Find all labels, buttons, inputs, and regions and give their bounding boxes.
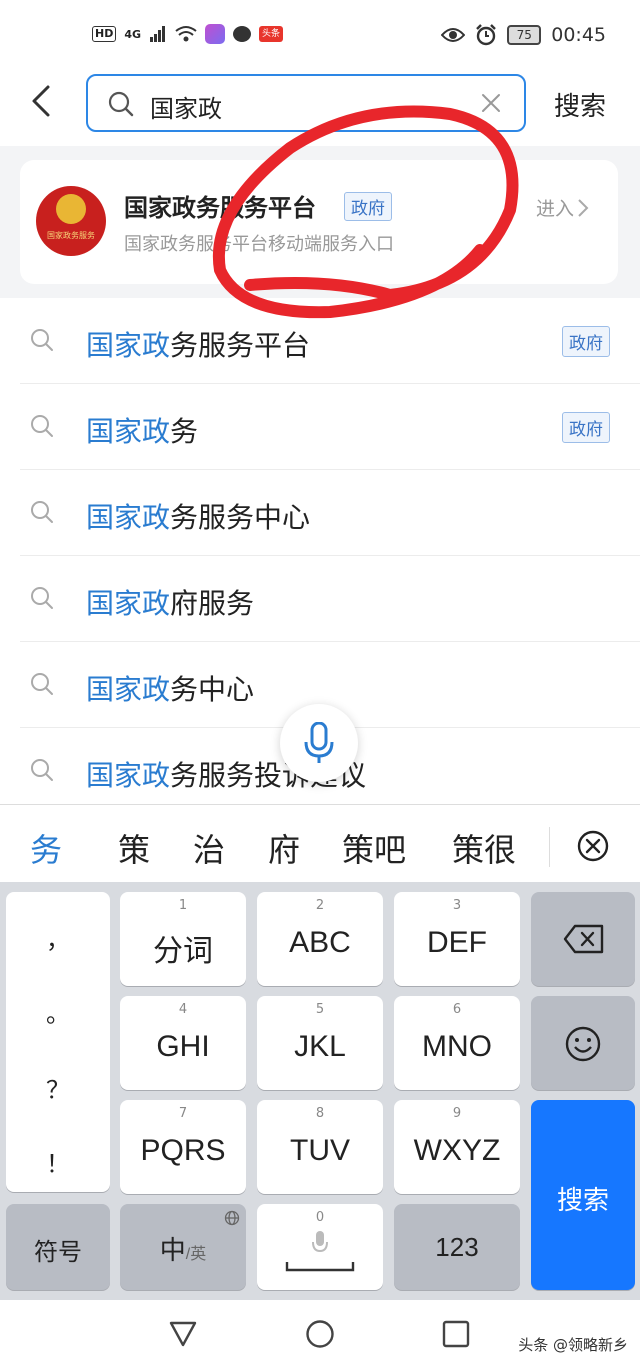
key-8[interactable]: 8 TUV	[257, 1100, 383, 1194]
suggestion-item[interactable]: 国家政务服务平台 政府	[0, 298, 640, 384]
voice-input-button[interactable]	[280, 704, 358, 782]
exclamation-key[interactable]: ！	[6, 1144, 110, 1179]
suggestion-item[interactable]: 国家政务服务中心	[0, 470, 640, 556]
search-button[interactable]: 搜索	[554, 86, 606, 123]
candidate-word[interactable]: 策吧	[342, 825, 406, 871]
home-circle-icon[interactable]	[305, 1319, 335, 1349]
key-1[interactable]: 1 分词	[120, 892, 246, 986]
nine-key-keyboard: ， 。 ？ ！ 1 分词 2 ABC 3 DEF 4 GHI 5 JKL 6 MNO 7 PQ…	[0, 882, 640, 1300]
suggestion-label: 国家政务服务中心	[86, 501, 311, 534]
backspace-key[interactable]	[531, 892, 635, 986]
suggestion-label: 国家政务服务平台	[86, 329, 311, 362]
toutiao-icon: 头条	[259, 26, 284, 42]
candidate-bar: 务 策 治 府 策吧 策很	[0, 804, 640, 882]
globe-icon	[224, 1210, 240, 1226]
search-icon	[31, 673, 53, 695]
symbol-key[interactable]: 符号	[6, 1204, 110, 1290]
candidate-word[interactable]: 治	[193, 825, 225, 871]
search-icon	[108, 91, 134, 117]
recents-square-icon[interactable]	[442, 1320, 470, 1348]
space-key[interactable]: 0	[257, 1204, 383, 1290]
language-switch-key[interactable]: 中/英	[120, 1204, 246, 1290]
network-type: 4G	[124, 27, 142, 41]
emoji-key[interactable]	[531, 996, 635, 1090]
clear-icon[interactable]	[480, 92, 502, 114]
chevron-right-icon	[578, 198, 589, 217]
backspace-icon	[563, 924, 604, 954]
search-icon	[31, 415, 53, 437]
punctuation-column[interactable]: ， 。 ？ ！	[6, 892, 110, 1192]
back-arrow-icon[interactable]	[26, 84, 60, 118]
suggestion-item[interactable]: 国家政务 政府	[0, 384, 640, 470]
hd-indicator: HD	[92, 26, 117, 42]
battery-indicator: 75	[507, 25, 542, 45]
eye-icon	[441, 28, 466, 42]
search-icon	[31, 329, 53, 351]
top-result-card[interactable]: 国家政务服务 国家政务服务平台 政府 国家政务服务平台移动端服务入口 进入	[20, 160, 618, 284]
search-icon	[31, 587, 53, 609]
enter-link[interactable]: 进入	[536, 194, 590, 221]
period-key[interactable]: 。	[6, 994, 110, 1029]
key-9[interactable]: 9 WXYZ	[394, 1100, 520, 1194]
government-badge: 政府	[344, 192, 392, 221]
smiley-icon	[565, 1026, 601, 1062]
candidate-word[interactable]: 务	[30, 825, 62, 871]
key-5[interactable]: 5 JKL	[257, 996, 383, 1090]
suggestion-label: 国家政务	[86, 415, 199, 448]
comma-key[interactable]: ，	[6, 920, 110, 955]
key-7[interactable]: 7 PQRS	[120, 1100, 246, 1194]
message-icon	[233, 26, 252, 42]
key-3[interactable]: 3 DEF	[394, 892, 520, 986]
watermark: 头条 @领略新乡	[518, 1336, 628, 1354]
key-4[interactable]: 4 GHI	[120, 996, 246, 1090]
government-badge: 政府	[562, 326, 610, 357]
signal-icon	[150, 26, 166, 42]
number-key[interactable]: 123	[394, 1204, 520, 1290]
question-key[interactable]: ？	[6, 1070, 110, 1105]
result-subtitle: 国家政务服务平台移动端服务入口	[124, 234, 394, 255]
suggestion-label: 国家政府服务	[86, 587, 255, 620]
search-icon	[31, 759, 53, 781]
enter-label: 进入	[536, 198, 575, 220]
clock: 00:45	[551, 24, 606, 46]
candidate-word[interactable]: 府	[268, 825, 300, 871]
suggestion-label: 国家政务中心	[86, 673, 255, 706]
national-emblem-logo: 国家政务服务	[36, 186, 106, 256]
government-badge: 政府	[562, 412, 610, 443]
candidate-word[interactable]: 策	[118, 825, 150, 871]
search-input[interactable]: 国家政	[86, 74, 526, 132]
candidate-word[interactable]: 策很	[452, 825, 516, 871]
app-notification-icon	[205, 24, 226, 44]
top-result-area: 国家政务服务 国家政务服务平台 政府 国家政务服务平台移动端服务入口 进入	[0, 146, 640, 298]
space-bar-icon	[285, 1262, 355, 1272]
emblem-caption: 国家政务服务	[47, 231, 95, 240]
result-title: 国家政务服务平台	[124, 194, 316, 222]
key-6[interactable]: 6 MNO	[394, 996, 520, 1090]
suggestion-item[interactable]: 国家政府服务	[0, 556, 640, 642]
alarm-icon	[476, 24, 497, 46]
status-bar: HD 4G 头条 75 00:45	[0, 0, 640, 72]
microphone-icon	[312, 1231, 328, 1253]
back-triangle-icon[interactable]	[168, 1320, 198, 1348]
close-keyboard-icon[interactable]	[576, 829, 610, 863]
microphone-icon	[304, 722, 334, 763]
search-icon	[31, 501, 53, 523]
search-query-text: 国家政	[150, 95, 222, 123]
search-key[interactable]: 搜索	[531, 1100, 635, 1290]
wifi-icon	[175, 26, 197, 42]
key-2[interactable]: 2 ABC	[257, 892, 383, 986]
